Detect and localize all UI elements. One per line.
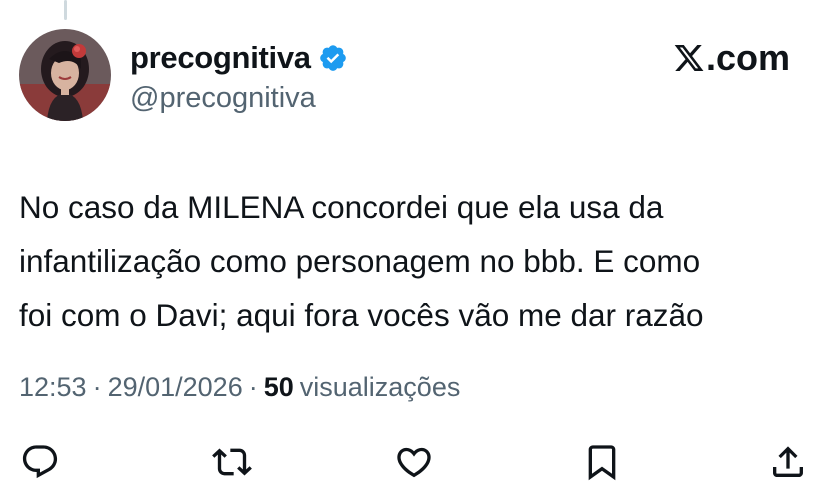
tweet-line: foi com o Davi; aqui fora vocês vão me d… [19, 297, 704, 333]
action-bar [0, 440, 828, 484]
retweet-icon [212, 448, 252, 476]
x-logo-icon [674, 45, 704, 71]
views-count: 50 [263, 372, 294, 402]
tweet-line: infantilização como personagem no bbb. E… [19, 243, 701, 279]
bookmark-button[interactable] [580, 440, 624, 484]
meta-separator: · [248, 372, 258, 402]
tweet-text: No caso da MILENA concordei que ela usa … [19, 180, 809, 342]
verified-badge-icon [318, 43, 348, 73]
tweet-time[interactable]: 12:53 [19, 372, 87, 403]
reply-button[interactable] [18, 440, 62, 484]
tweet-date[interactable]: 29/01/2026 [108, 372, 243, 403]
like-button[interactable] [392, 440, 436, 484]
handle[interactable]: @precognitiva [130, 82, 316, 115]
display-name[interactable]: precognitiva [130, 40, 311, 76]
views-label: visualizações [299, 372, 461, 402]
share-icon [773, 446, 803, 477]
like-icon [397, 447, 431, 478]
thread-connector-line [64, 0, 67, 20]
bookmark-icon [588, 445, 616, 481]
retweet-button[interactable] [210, 440, 254, 484]
x-brand: .com [673, 37, 790, 78]
avatar[interactable] [19, 29, 111, 121]
reply-icon [22, 445, 58, 479]
tweet-line: No caso da MILENA concordei que ela usa … [19, 189, 664, 225]
display-name-row[interactable]: precognitiva [130, 38, 348, 78]
share-button[interactable] [766, 440, 810, 484]
tweet-meta: 12:53 · 29/01/2026 · 50 visualizações [19, 372, 460, 403]
brand-domain: .com [705, 37, 790, 78]
meta-separator: · [92, 372, 102, 402]
